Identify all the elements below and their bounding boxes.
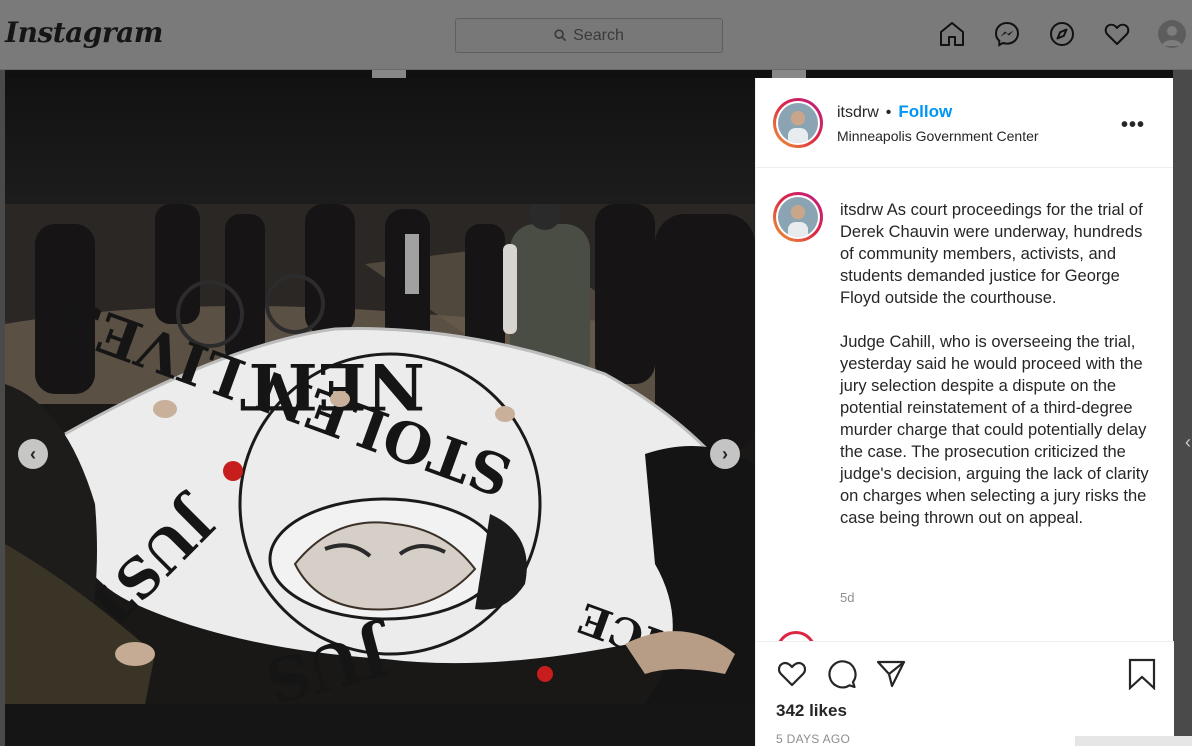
instagram-logo[interactable]: Instagram: [5, 16, 163, 49]
protest-banner-image: NEIT STOLEN LIVES JUST JUS ICE: [5, 204, 755, 704]
photo-dark-top: [5, 78, 755, 204]
follow-button[interactable]: Follow: [898, 102, 952, 122]
post-location[interactable]: Minneapolis Government Center: [837, 128, 1039, 144]
caption-username[interactable]: itsdrw: [840, 201, 883, 219]
more-options-icon[interactable]: •••: [1121, 114, 1145, 137]
top-navigation-bar: Instagram Search: [0, 0, 1192, 70]
page-corner-fragment: [1075, 736, 1192, 746]
post-caption: itsdrw As court proceedings for the tria…: [840, 199, 1150, 551]
like-heart-icon[interactable]: [776, 658, 808, 690]
home-icon[interactable]: [938, 20, 966, 48]
explore-icon[interactable]: [1048, 20, 1076, 48]
separator-dot: •: [885, 104, 892, 121]
likes-count[interactable]: 342 likes: [776, 701, 847, 721]
search-placeholder: Search: [573, 26, 624, 44]
post-actions-section: 342 likes 5 DAYS AGO: [756, 641, 1174, 746]
author-username[interactable]: itsdrw: [837, 104, 879, 122]
carousel-next-button[interactable]: ›: [710, 439, 740, 469]
chevron-left-icon: ‹: [30, 443, 36, 464]
nav-icons: [938, 20, 1192, 48]
caption-age: 5d: [840, 590, 855, 605]
profile-avatar[interactable]: [1158, 20, 1186, 48]
activity-heart-icon[interactable]: [1103, 20, 1131, 48]
save-bookmark-icon[interactable]: [1126, 658, 1158, 690]
caption-paragraph-1: As court proceedings for the trial of De…: [840, 201, 1143, 307]
share-icon[interactable]: [875, 658, 907, 690]
next-post-chevron-icon[interactable]: ‹: [1185, 432, 1192, 456]
caption-paragraph-2: Judge Cahill, who is overseeing the tria…: [840, 333, 1149, 527]
chevron-right-icon: ›: [722, 443, 728, 464]
background-post-edge: [372, 70, 406, 78]
background-post-edge: [772, 70, 806, 78]
messenger-icon[interactable]: [993, 20, 1021, 48]
author-avatar[interactable]: [773, 98, 823, 148]
search-icon: [554, 29, 567, 42]
post-photo[interactable]: NEIT STOLEN LIVES JUST JUS ICE ‹ ›: [5, 78, 755, 746]
caption-author-avatar[interactable]: [773, 192, 823, 242]
posted-time: 5 DAYS AGO: [776, 732, 851, 746]
post-header: itsdrw • Follow Minneapolis Government C…: [756, 78, 1173, 168]
comment-icon[interactable]: [826, 658, 858, 690]
post-side-panel: itsdrw • Follow Minneapolis Government C…: [755, 78, 1174, 746]
search-input[interactable]: Search: [455, 18, 723, 53]
carousel-prev-button[interactable]: ‹: [18, 439, 48, 469]
